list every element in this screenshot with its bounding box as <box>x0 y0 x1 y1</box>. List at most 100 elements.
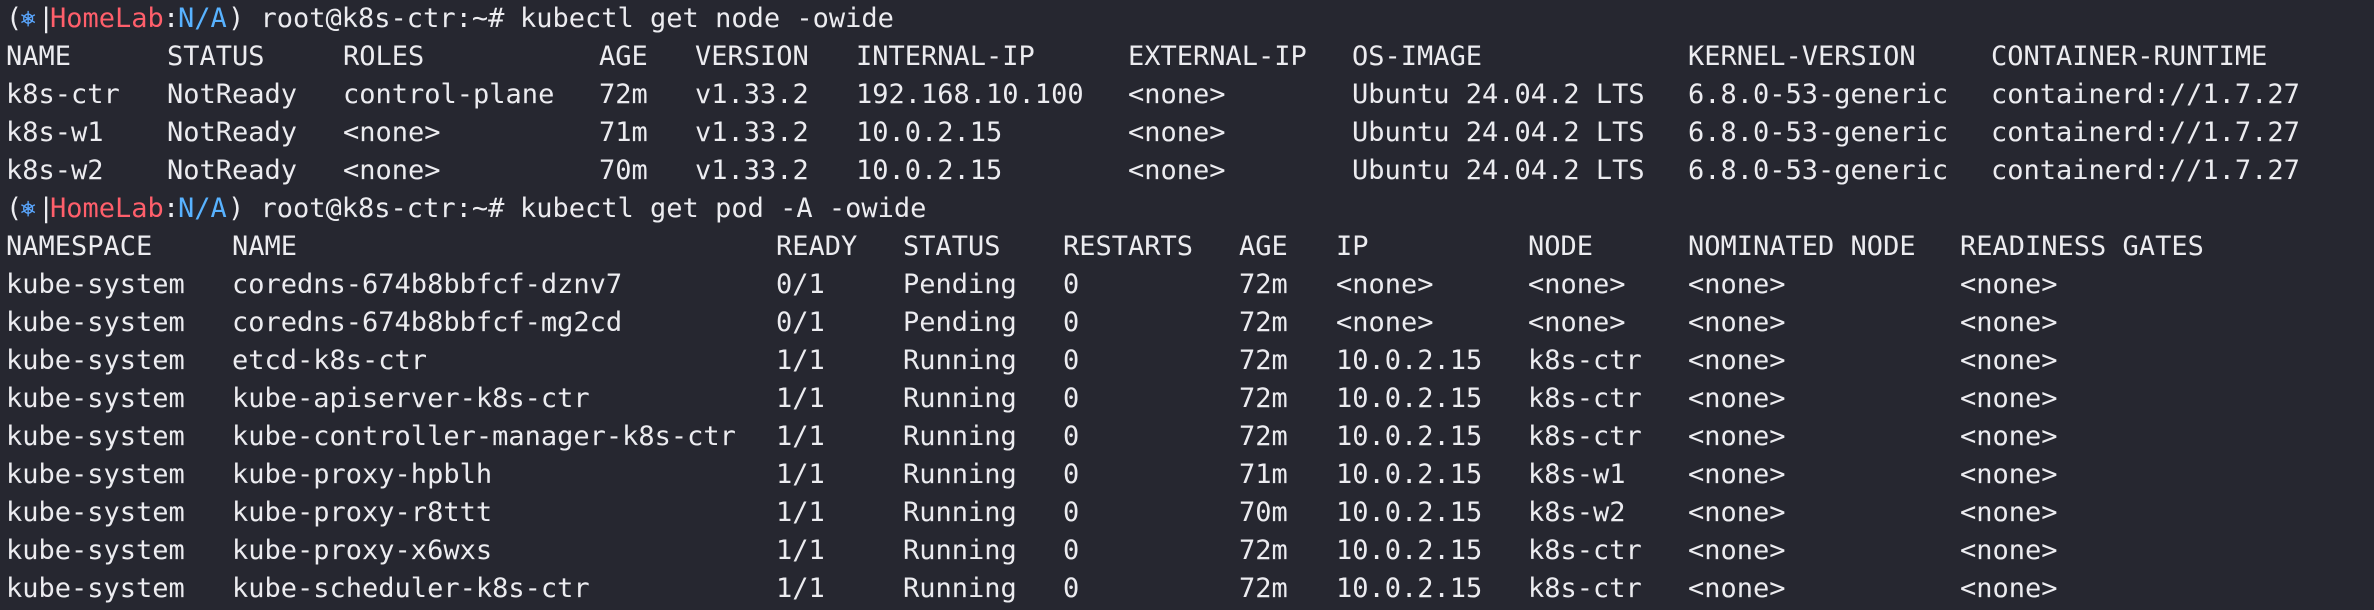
column-header: STATUS <box>167 41 265 72</box>
table-cell: k8s-ctr <box>1528 421 1642 452</box>
table-cell: Running <box>903 459 1017 490</box>
column-header: NAME <box>6 41 72 72</box>
table-cell: k8s-w1 <box>1528 459 1626 490</box>
prompt-user-host: ) root@k8s-ctr:~# <box>228 193 505 224</box>
table-cell: 10.0.2.15 <box>1336 497 1483 528</box>
kube-namespace: N/A <box>178 3 227 34</box>
terminal-window[interactable]: ( ⎈ | HomeLab : N/A ) root@k8s-ctr:~# ku… <box>0 0 2374 610</box>
column-header: CONTAINER-RUNTIME <box>1991 41 2268 72</box>
table-cell: NotReady <box>167 79 298 110</box>
table-cell: <none> <box>1128 79 1226 110</box>
table-cell: <none> <box>1688 269 1786 300</box>
table-cell: 10.0.2.15 <box>1336 459 1483 490</box>
table-cell: 1/1 <box>776 383 825 414</box>
table-cell: <none> <box>1960 269 2058 300</box>
table-cell: <none> <box>1960 307 2058 338</box>
column-header: NAME <box>232 231 298 262</box>
table-cell: <none> <box>1688 497 1786 528</box>
column-header: IP <box>1336 231 1369 262</box>
table-cell: Running <box>903 573 1017 604</box>
table-cell: 1/1 <box>776 345 825 376</box>
table-cell: 0 <box>1063 383 1080 414</box>
prompt-line-2: ( ⎈ | HomeLab : N/A ) root@k8s-ctr:~# ku… <box>0 190 926 228</box>
table-cell: 71m <box>599 117 648 148</box>
table-cell: kube-proxy-r8ttt <box>232 497 493 528</box>
column-header: STATUS <box>903 231 1001 262</box>
table-cell: kube-apiserver-k8s-ctr <box>232 383 590 414</box>
table-cell: <none> <box>1688 383 1786 414</box>
table-cell: 10.0.2.15 <box>1336 345 1483 376</box>
table-cell: 6.8.0-53-generic <box>1688 79 1949 110</box>
kube-namespace: N/A <box>178 193 227 224</box>
column-header: INTERNAL-IP <box>856 41 1035 72</box>
table-cell: NotReady <box>167 155 298 186</box>
table-cell: containerd://1.7.27 <box>1991 79 2300 110</box>
table-cell: kube-system <box>6 307 185 338</box>
table-cell: 0/1 <box>776 269 825 300</box>
command-text: kubectl get node -owide <box>520 3 894 34</box>
column-header: ROLES <box>343 41 425 72</box>
table-cell: 1/1 <box>776 535 825 566</box>
table-cell: 1/1 <box>776 459 825 490</box>
table-cell: 6.8.0-53-generic <box>1688 155 1949 186</box>
table-cell: containerd://1.7.27 <box>1991 155 2300 186</box>
kubernetes-icon: ⎈ <box>20 193 37 224</box>
table-cell: 0 <box>1063 459 1080 490</box>
table-cell: <none> <box>1688 421 1786 452</box>
table-cell: kube-system <box>6 269 185 300</box>
table-cell: k8s-ctr <box>1528 535 1642 566</box>
table-cell: 0/1 <box>776 307 825 338</box>
table-cell: v1.33.2 <box>695 117 809 148</box>
table-cell: <none> <box>1960 383 2058 414</box>
table-cell: kube-system <box>6 383 185 414</box>
kube-context: HomeLab <box>50 3 164 34</box>
table-cell: <none> <box>1528 269 1626 300</box>
table-cell: <none> <box>1528 307 1626 338</box>
column-header: VERSION <box>695 41 809 72</box>
table-cell: 0 <box>1063 345 1080 376</box>
table-cell: <none> <box>1688 459 1786 490</box>
table-cell: Ubuntu 24.04.2 LTS <box>1352 155 1645 186</box>
table-cell: <none> <box>1960 497 2058 528</box>
table-cell: <none> <box>1336 307 1434 338</box>
table-cell: <none> <box>343 117 441 148</box>
prompt-user-host: ) root@k8s-ctr:~# <box>228 3 505 34</box>
table-cell: 0 <box>1063 573 1080 604</box>
table-cell: 10.0.2.15 <box>1336 535 1483 566</box>
table-cell: <none> <box>1688 573 1786 604</box>
table-cell: 1/1 <box>776 421 825 452</box>
table-cell: 1/1 <box>776 573 825 604</box>
table-cell: k8s-ctr <box>1528 345 1642 376</box>
column-header: NOMINATED NODE <box>1688 231 1916 262</box>
table-cell: containerd://1.7.27 <box>1991 117 2300 148</box>
table-cell: Running <box>903 383 1017 414</box>
table-cell: kube-proxy-hpblh <box>232 459 493 490</box>
table-cell: coredns-674b8bbfcf-mg2cd <box>232 307 623 338</box>
table-cell: 0 <box>1063 421 1080 452</box>
column-header: EXTERNAL-IP <box>1128 41 1307 72</box>
table-cell: 72m <box>1239 345 1288 376</box>
table-cell: 72m <box>1239 535 1288 566</box>
column-header: OS-IMAGE <box>1352 41 1483 72</box>
table-cell: kube-system <box>6 345 185 376</box>
table-cell: kube-system <box>6 573 185 604</box>
table-cell: 72m <box>1239 307 1288 338</box>
table-cell: kube-system <box>6 535 185 566</box>
table-cell: Running <box>903 497 1017 528</box>
table-cell: 72m <box>1239 383 1288 414</box>
table-cell: 0 <box>1063 535 1080 566</box>
table-cell: 72m <box>599 79 648 110</box>
table-cell: Pending <box>903 269 1017 300</box>
table-cell: 10.0.2.15 <box>1336 421 1483 452</box>
table-cell: <none> <box>343 155 441 186</box>
table-cell: <none> <box>1688 345 1786 376</box>
column-header: RESTARTS <box>1063 231 1194 262</box>
table-cell: k8s-ctr <box>1528 383 1642 414</box>
table-cell: <none> <box>1960 535 2058 566</box>
table-cell: NotReady <box>167 117 298 148</box>
table-cell: k8s-ctr <box>6 79 120 110</box>
table-cell: 10.0.2.15 <box>1336 383 1483 414</box>
table-cell: <none> <box>1960 345 2058 376</box>
table-cell: <none> <box>1960 421 2058 452</box>
column-header: READINESS GATES <box>1960 231 2204 262</box>
